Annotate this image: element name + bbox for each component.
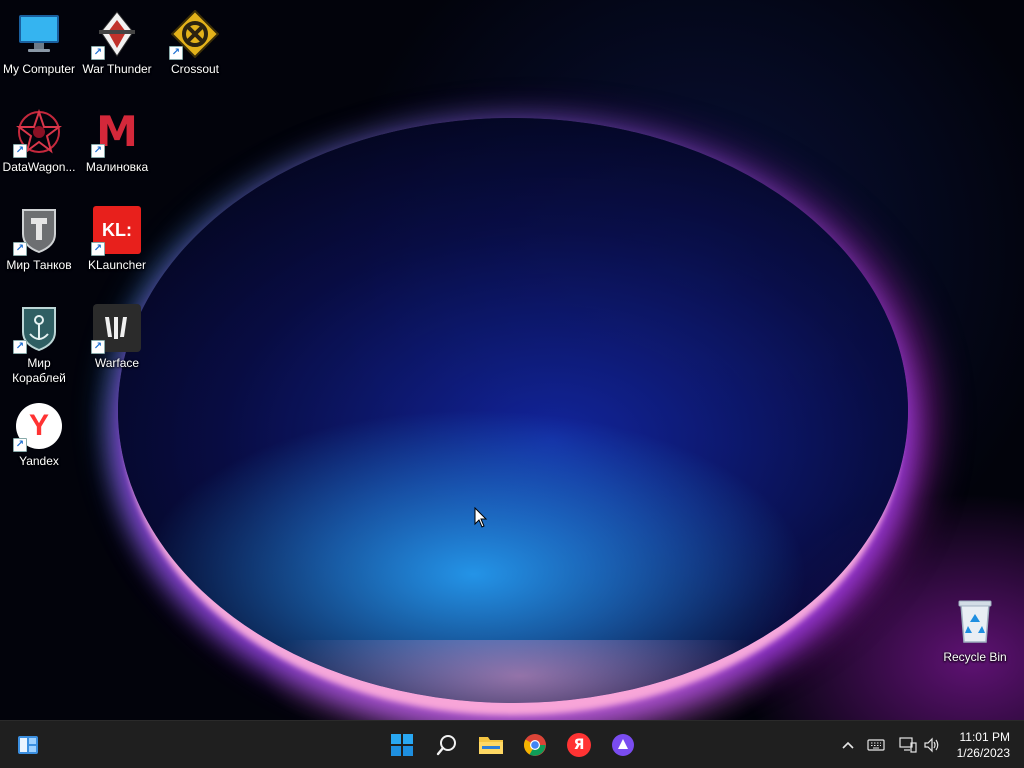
clock-time: 11:01 PM	[959, 730, 1010, 744]
volume-tray-button[interactable]	[922, 735, 942, 755]
desktop-icon-mir-tankov[interactable]: ↗ Мир Танков	[0, 202, 78, 292]
desktop-icon-klauncher[interactable]: KL: ↗ KLauncher	[78, 202, 156, 292]
file-explorer-button[interactable]	[475, 729, 507, 761]
speaker-icon	[924, 737, 939, 753]
desktop-icon-label: Yandex	[19, 454, 59, 468]
computer-icon	[15, 10, 63, 58]
chrome-button[interactable]	[519, 729, 551, 761]
keyboard-tray-button[interactable]	[866, 735, 886, 755]
klauncher-logo: KL:	[102, 219, 132, 240]
desktop-icon-label: Recycle Bin	[943, 650, 1007, 664]
wallpaper-glow-bottom	[260, 640, 780, 720]
shortcut-arrow-icon: ↗	[13, 438, 27, 452]
desktop-icon-my-computer[interactable]: My Computer	[0, 6, 78, 96]
war-thunder-icon: ↗	[91, 10, 141, 60]
mir-korabley-icon: ↗	[13, 304, 63, 354]
yandex-icon: Y ↗	[13, 402, 63, 452]
desktop-icon-label: KLauncher	[87, 258, 147, 272]
shortcut-arrow-icon: ↗	[91, 144, 105, 158]
keyboard-icon	[867, 739, 885, 751]
shortcut-arrow-icon: ↗	[91, 46, 105, 60]
desktop-icon-label: DataWagon...	[2, 160, 76, 174]
desktop-icon-label: Мир Кораблей	[12, 356, 66, 385]
alice-button[interactable]	[607, 729, 639, 761]
widgets-button[interactable]	[12, 729, 44, 761]
folder-icon	[479, 737, 503, 754]
desktop-icon-recycle-bin[interactable]: Recycle Bin	[936, 594, 1014, 684]
alice-icon	[612, 734, 634, 756]
taskbar-clock[interactable]: 11:01 PM 1/26/2023	[940, 729, 1010, 761]
chrome-icon	[524, 734, 546, 756]
network-icon	[899, 737, 917, 753]
desktop-icon-label: My Computer	[2, 62, 76, 76]
recycle-bin-icon	[951, 598, 999, 646]
search-icon	[436, 735, 456, 756]
wallpaper-bloom	[118, 118, 908, 703]
shortcut-arrow-icon: ↗	[13, 242, 27, 256]
mouse-cursor	[474, 506, 488, 534]
shortcut-arrow-icon: ↗	[13, 144, 27, 158]
desktop-icon-label: Warface	[94, 356, 140, 370]
yandex-browser-button[interactable]: Я	[563, 729, 595, 761]
yandex-browser-glyph: Я	[573, 737, 585, 753]
desktop-icon-malinovka[interactable]: M ↗ Малиновка	[78, 104, 156, 194]
clock-date: 1/26/2023	[956, 746, 1010, 760]
shortcut-arrow-icon: ↗	[91, 340, 105, 354]
datawagon-icon: ↗	[13, 108, 63, 158]
crossout-icon: ↗	[169, 10, 219, 60]
desktop-icon-label: Мир Танков	[6, 258, 72, 272]
shortcut-arrow-icon: ↗	[91, 242, 105, 256]
mir-tankov-icon: ↗	[13, 206, 63, 256]
widgets-icon	[18, 736, 38, 754]
desktop-icon-label: War Thunder	[82, 62, 152, 76]
search-button[interactable]	[431, 729, 463, 761]
yandex-logo: Y	[28, 409, 49, 442]
desktop-icon-mir-korabley[interactable]: ↗ Мир Кораблей	[0, 300, 78, 390]
desktop-icon-crossout[interactable]: ↗ Crossout	[156, 6, 234, 96]
desktop-icon-war-thunder[interactable]: ↗ War Thunder	[78, 6, 156, 96]
klauncher-icon: KL: ↗	[91, 206, 141, 256]
desktop-icon-yandex[interactable]: Y ↗ Yandex	[0, 398, 78, 488]
show-hidden-icons-button[interactable]	[838, 735, 858, 755]
malinovka-icon: M ↗	[91, 108, 141, 158]
desktop-icon-label: Crossout	[170, 62, 220, 76]
network-tray-button[interactable]	[898, 735, 918, 755]
chevron-up-icon	[842, 741, 854, 749]
windows-start-icon	[391, 734, 413, 756]
desktop-icon-datawagon[interactable]: ↗ DataWagon...	[0, 104, 78, 194]
shortcut-arrow-icon: ↗	[169, 46, 183, 60]
shortcut-arrow-icon: ↗	[13, 340, 27, 354]
start-button[interactable]	[386, 729, 418, 761]
taskbar: Я 11:01 PM 1/26/2023	[0, 720, 1024, 768]
warface-icon: ↗	[91, 304, 141, 354]
desktop-icon-warface[interactable]: ↗ Warface	[78, 300, 156, 390]
yandex-browser-icon: Я	[567, 733, 591, 757]
desktop-icon-label: Малиновка	[85, 160, 149, 174]
